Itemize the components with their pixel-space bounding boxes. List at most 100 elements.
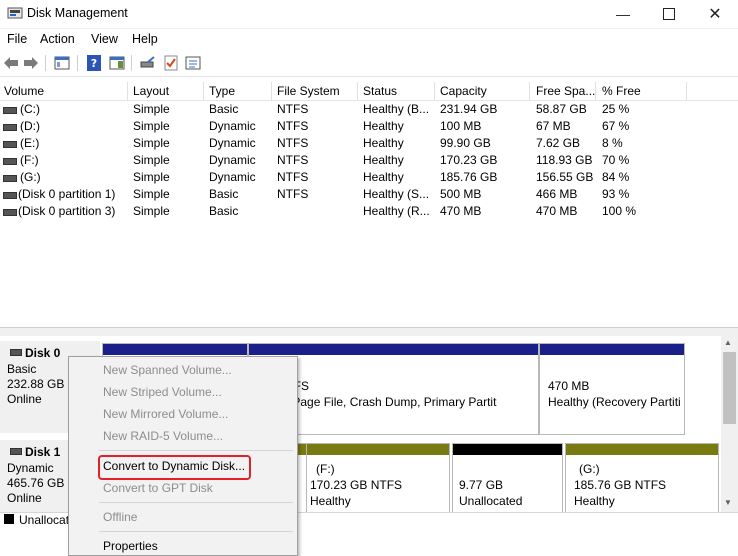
volume-icon <box>3 175 17 182</box>
cell-capacity: 170.23 GB <box>440 153 498 167</box>
window-title: Disk Management <box>27 6 128 20</box>
table-row[interactable]: (C:) Simple Basic NTFS Healthy (B... 231… <box>0 101 738 118</box>
cell-percent-free: 93 % <box>602 187 630 201</box>
cell-capacity: 100 MB <box>440 119 482 133</box>
cell-file-system: NTFS <box>277 187 309 201</box>
menu-action[interactable]: Action <box>40 32 75 46</box>
column-header-status[interactable]: Status <box>363 84 397 98</box>
unallocated-swatch <box>4 514 14 524</box>
disk-state: Online <box>7 491 42 505</box>
column-header-volume[interactable]: Volume <box>4 84 44 98</box>
column-header-layout[interactable]: Layout <box>133 84 169 98</box>
table-row[interactable]: (Disk 0 partition 3) Simple Basic Health… <box>0 203 738 220</box>
table-row[interactable]: (D:) Simple Dynamic NTFS Healthy 100 MB … <box>0 118 738 135</box>
column-divider[interactable] <box>203 82 204 100</box>
menu-item-convert-to-dynamic-disk[interactable]: Convert to Dynamic Disk... <box>103 459 245 473</box>
check-icon[interactable] <box>162 54 180 72</box>
column-divider[interactable] <box>686 82 687 100</box>
partition-bar <box>307 444 449 455</box>
table-row[interactable]: (Disk 0 partition 1) Simple Basic NTFS H… <box>0 186 738 203</box>
column-header-file-system[interactable]: File System <box>277 84 340 98</box>
column-header-free-space[interactable]: Free Spa... <box>536 84 595 98</box>
column-divider[interactable] <box>127 82 128 100</box>
properties-icon[interactable] <box>184 54 202 72</box>
rescan-icon[interactable] <box>139 54 157 72</box>
column-header-percent-free[interactable]: % Free <box>602 84 641 98</box>
cell-type: Dynamic <box>209 119 256 133</box>
cell-capacity: 470 MB <box>440 204 482 218</box>
column-divider[interactable] <box>595 82 596 100</box>
menu-item-properties[interactable]: Properties <box>103 539 158 553</box>
partition-block[interactable]: (G:) 185.76 GB NTFS Healthy <box>565 443 719 514</box>
cell-capacity: 185.76 GB <box>440 170 498 184</box>
cell-volume: (D:) <box>20 119 40 133</box>
forward-icon[interactable] <box>22 54 40 72</box>
cell-layout: Simple <box>133 136 170 150</box>
scrollbar-thumb[interactable] <box>723 352 736 424</box>
disk-size: 232.88 GB <box>7 377 65 391</box>
cell-type: Dynamic <box>209 170 256 184</box>
cell-capacity: 231.94 GB <box>440 102 498 116</box>
close-button[interactable]: ✕ <box>692 0 738 28</box>
cell-file-system: NTFS <box>277 153 309 167</box>
cell-volume: (E:) <box>20 136 40 150</box>
minimize-button[interactable]: — <box>600 0 646 28</box>
cell-percent-free: 67 % <box>602 119 630 133</box>
menu-view[interactable]: View <box>91 32 118 46</box>
scroll-down-icon[interactable]: ▼ <box>724 498 732 507</box>
cell-percent-free: 70 % <box>602 153 630 167</box>
volume-icon <box>3 107 17 114</box>
console-tree-icon[interactable] <box>53 54 71 72</box>
table-row[interactable]: (E:) Simple Dynamic NTFS Healthy 99.90 G… <box>0 135 738 152</box>
column-header-type[interactable]: Type <box>209 84 235 98</box>
menu-item-new-striped-volume[interactable]: New Striped Volume... <box>103 385 222 399</box>
cell-status: Healthy <box>363 119 404 133</box>
cell-free-space: 58.87 GB <box>536 102 587 116</box>
cell-status: Healthy (S... <box>363 187 430 201</box>
disk-icon <box>10 448 22 455</box>
partition-bar <box>103 344 247 355</box>
menu-item-offline[interactable]: Offline <box>103 510 137 524</box>
disk-type: Dynamic <box>7 461 54 475</box>
back-icon[interactable] <box>2 54 20 72</box>
cell-volume: (Disk 0 partition 1) <box>18 187 116 201</box>
toolbar-separator <box>77 55 78 71</box>
menu-help[interactable]: Help <box>132 32 158 46</box>
svg-text:?: ? <box>91 57 97 70</box>
table-row[interactable]: (F:) Simple Dynamic NTFS Healthy 170.23 … <box>0 152 738 169</box>
column-divider[interactable] <box>434 82 435 100</box>
menu-item-convert-to-gpt-disk[interactable]: Convert to GPT Disk <box>103 481 213 495</box>
column-divider[interactable] <box>357 82 358 100</box>
partition-status: Unallocated <box>459 494 523 508</box>
cell-layout: Simple <box>133 119 170 133</box>
cell-type: Dynamic <box>209 153 256 167</box>
cell-volume: (G:) <box>20 170 41 184</box>
partition-bar <box>453 444 562 455</box>
menu-item-new-mirrored-volume[interactable]: New Mirrored Volume... <box>103 407 228 421</box>
partition-block[interactable]: 470 MB Healthy (Recovery Partiti <box>539 343 685 435</box>
cell-free-space: 466 MB <box>536 187 578 201</box>
partition-status: Healthy <box>574 494 615 508</box>
column-header-capacity[interactable]: Capacity <box>440 84 487 98</box>
menu-item-new-spanned-volume[interactable]: New Spanned Volume... <box>103 363 232 377</box>
partition-bar <box>249 344 538 355</box>
scroll-up-icon[interactable]: ▲ <box>724 338 732 347</box>
cell-layout: Simple <box>133 204 170 218</box>
menu-file[interactable]: File <box>7 32 27 46</box>
partition-block[interactable]: (F:) 170.23 GB NTFS Healthy <box>306 443 450 514</box>
volume-icon <box>3 192 17 199</box>
help-icon[interactable]: ? <box>85 54 103 72</box>
cell-file-system: NTFS <box>277 170 309 184</box>
cell-type: Basic <box>209 187 239 201</box>
cell-free-space: 118.93 GB <box>536 153 593 167</box>
menu-item-new-raid5-volume[interactable]: New RAID-5 Volume... <box>103 429 223 443</box>
column-divider[interactable] <box>529 82 530 100</box>
disk-name: Disk 0 <box>25 346 61 360</box>
maximize-button[interactable] <box>646 0 692 28</box>
column-divider[interactable] <box>271 82 272 100</box>
partition-size: 9.77 GB <box>459 478 504 492</box>
table-row[interactable]: (G:) Simple Dynamic NTFS Healthy 185.76 … <box>0 169 738 186</box>
partition-block[interactable]: 9.77 GB Unallocated <box>452 443 563 514</box>
help-pane-icon[interactable] <box>108 54 126 72</box>
disk-state: Online <box>7 392 42 406</box>
